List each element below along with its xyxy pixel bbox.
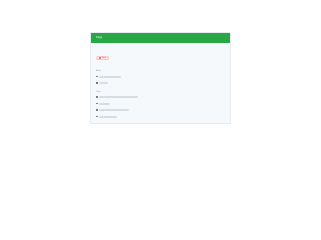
list-icon	[96, 75, 98, 78]
list-item-placeholder	[99, 75, 121, 78]
list-icon	[96, 109, 98, 111]
status-chip[interactable]: Alert	[96, 56, 110, 60]
content-area: Alert Alerts Other	[91, 43, 230, 118]
header-title: Page	[96, 35, 103, 39]
list-item[interactable]	[96, 75, 225, 78]
list-item[interactable]	[96, 109, 225, 112]
list-icon	[96, 115, 98, 118]
list-item[interactable]	[96, 96, 225, 99]
list-icon	[96, 82, 98, 84]
list-item[interactable]	[96, 82, 225, 85]
status-dot-icon	[99, 57, 101, 59]
section-label-other: Other	[96, 90, 102, 93]
list-item-placeholder	[99, 82, 108, 84]
list-item-placeholder	[99, 109, 129, 111]
list-item[interactable]	[96, 115, 225, 118]
status-chip-label: Alert	[102, 57, 107, 59]
list-icon	[96, 102, 98, 105]
list-item-placeholder	[99, 96, 138, 98]
app-header: Page	[91, 33, 230, 43]
list-icon	[96, 96, 98, 98]
list-item[interactable]	[96, 102, 225, 105]
section-label-alerts: Alerts	[96, 70, 102, 72]
app-window: Page Alert Alerts Other	[90, 32, 231, 124]
list-item-placeholder	[99, 102, 110, 105]
list-item-placeholder	[99, 115, 117, 118]
